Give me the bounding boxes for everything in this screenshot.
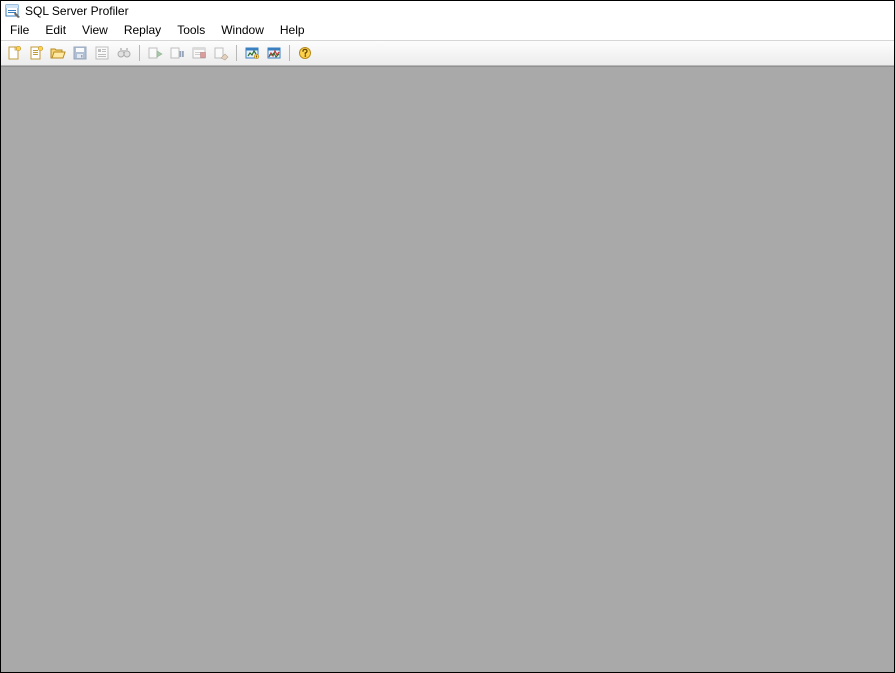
window-title: SQL Server Profiler [25, 3, 129, 19]
pause-icon [169, 45, 185, 61]
performance-monitor-icon [266, 45, 282, 61]
menu-bar: File Edit View Replay Tools Window Help [1, 21, 894, 40]
menu-file[interactable]: File [3, 22, 36, 39]
toolbar-separator [139, 45, 140, 61]
pause-trace-button [167, 43, 187, 63]
eraser-icon [213, 45, 229, 61]
find-button [114, 43, 134, 63]
save-icon [72, 45, 88, 61]
help-button[interactable] [295, 43, 315, 63]
toolbar [1, 40, 894, 66]
toolbar-separator [289, 45, 290, 61]
open-folder-icon [50, 45, 66, 61]
menu-view[interactable]: View [75, 22, 115, 39]
new-template-button[interactable] [26, 43, 46, 63]
open-file-button[interactable] [48, 43, 68, 63]
database-tuning-icon [244, 45, 260, 61]
menu-replay[interactable]: Replay [117, 22, 168, 39]
properties-icon [94, 45, 110, 61]
mdi-client-area [1, 66, 894, 672]
save-button [70, 43, 90, 63]
app-window: SQL Server Profiler File Edit View Repla… [0, 0, 895, 673]
help-icon [297, 45, 313, 61]
menu-edit[interactable]: Edit [38, 22, 73, 39]
database-tuning-advisor-button[interactable] [242, 43, 262, 63]
new-template-icon [28, 45, 44, 61]
properties-button [92, 43, 112, 63]
menu-tools[interactable]: Tools [170, 22, 212, 39]
clear-trace-window-button [211, 43, 231, 63]
stop-trace-button [189, 43, 209, 63]
menu-help[interactable]: Help [273, 22, 312, 39]
run-trace-button [145, 43, 165, 63]
title-bar: SQL Server Profiler [1, 1, 894, 21]
performance-monitor-button[interactable] [264, 43, 284, 63]
stop-icon [191, 45, 207, 61]
play-icon [147, 45, 163, 61]
binoculars-icon [116, 45, 132, 61]
new-trace-button[interactable] [4, 43, 24, 63]
app-icon [5, 3, 21, 19]
toolbar-separator [236, 45, 237, 61]
new-trace-icon [6, 45, 22, 61]
menu-window[interactable]: Window [214, 22, 271, 39]
